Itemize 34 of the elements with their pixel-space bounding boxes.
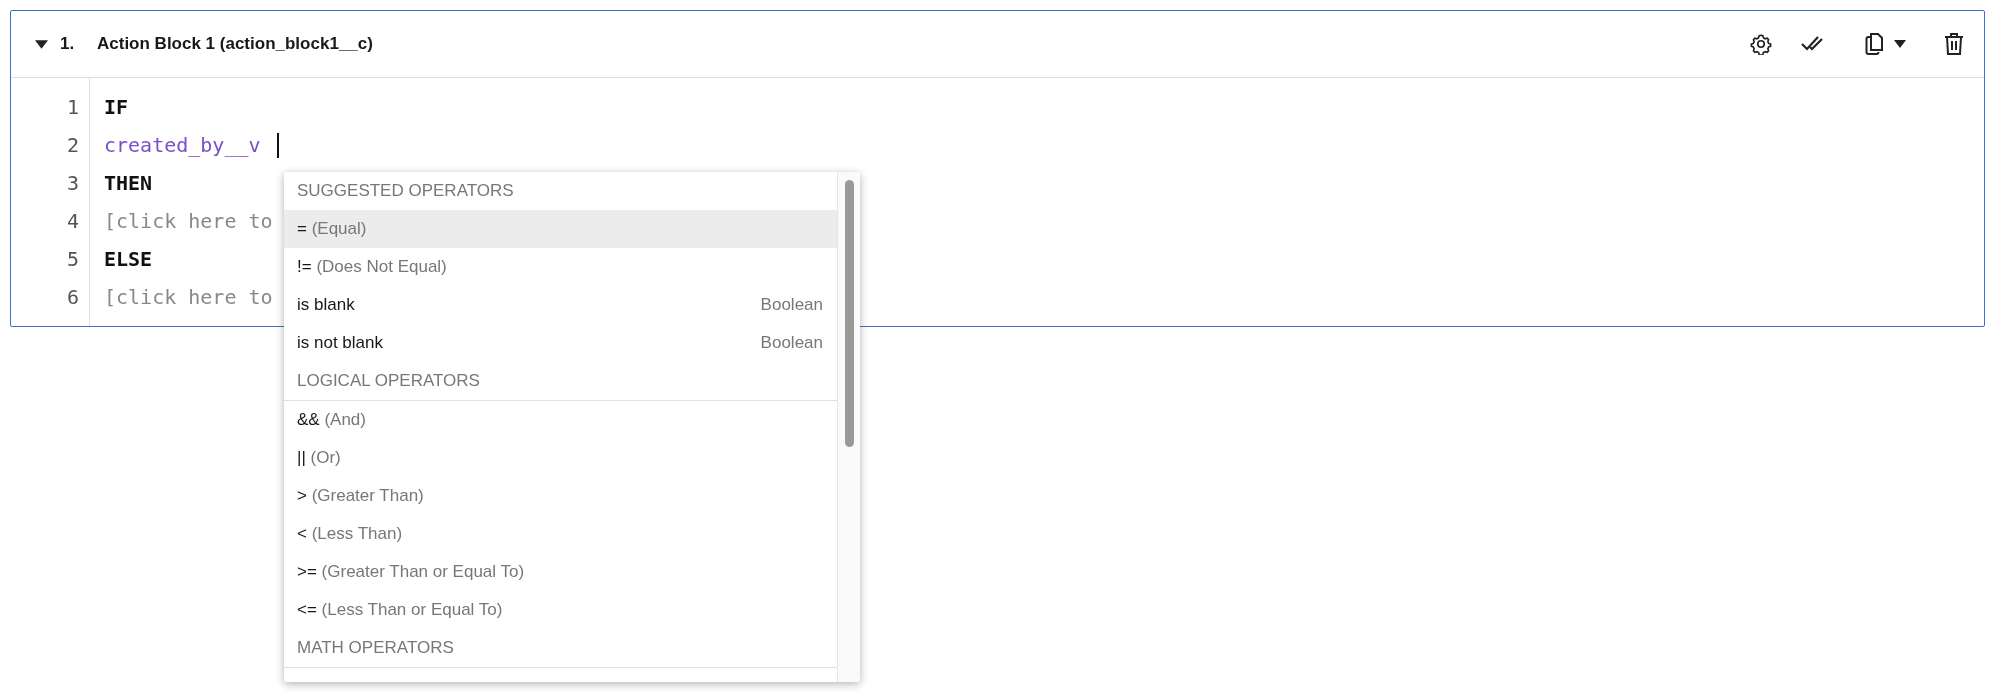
line-number: 4: [66, 208, 79, 235]
caret-icon: [1894, 40, 1906, 48]
caret-icon[interactable]: [35, 39, 48, 49]
code-text: IF: [104, 94, 129, 121]
operator-option[interactable]: is not blank Boolean: [284, 324, 837, 362]
copy-icon: [1864, 32, 1884, 56]
operator-option[interactable]: < (Less Than): [284, 515, 837, 553]
code-text[interactable]: [click here to: [104, 278, 273, 316]
operator-option[interactable]: >= (Greater Than or Equal To): [284, 553, 837, 591]
code-text[interactable]: [click here to: [104, 202, 273, 240]
block-number: 1.: [60, 34, 76, 54]
code-text: created_by__v: [104, 132, 261, 159]
scrollbar-thumb[interactable]: [844, 180, 854, 447]
line-number: 2: [66, 132, 79, 159]
operator-option[interactable]: != (Does Not Equal): [284, 248, 837, 286]
operator-option[interactable]: && (And): [284, 401, 837, 439]
line-number: 3: [66, 170, 79, 197]
settings-icon[interactable]: [1750, 33, 1772, 55]
delete-icon[interactable]: [1944, 32, 1964, 56]
line-number: 1: [66, 94, 79, 121]
block-title: Action Block 1 (action_block1__c): [97, 34, 373, 54]
operator-option[interactable]: = (Equal): [284, 210, 837, 248]
operator-option[interactable]: || (Or): [284, 439, 837, 477]
section-header: SUGGESTED OPERATORS: [296, 180, 515, 202]
code-text: THEN: [104, 170, 153, 197]
operator-option[interactable]: is blank Boolean: [284, 286, 837, 324]
operator-option[interactable]: <= (Less Than or Equal To): [284, 591, 837, 629]
section-header: MATH OPERATORS: [284, 629, 837, 668]
section-header: LOGICAL OPERATORS: [284, 362, 837, 401]
copy-menu-button[interactable]: [1864, 32, 1906, 56]
operator-option[interactable]: > (Greater Than): [284, 477, 837, 515]
line-number: 5: [66, 246, 79, 273]
code-text: ELSE: [104, 246, 153, 273]
line-number: 6: [66, 284, 79, 311]
